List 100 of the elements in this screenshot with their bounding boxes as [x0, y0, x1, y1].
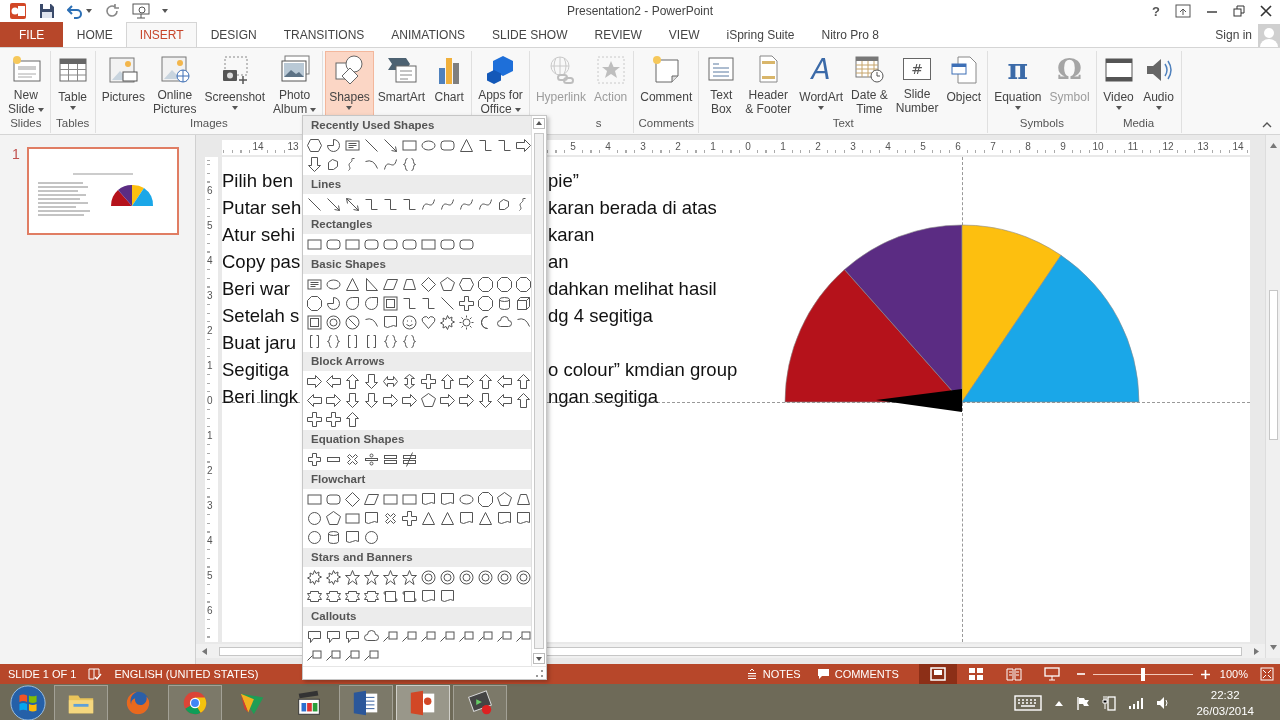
- cross-icon[interactable]: [400, 509, 419, 528]
- sun-icon[interactable]: [457, 313, 476, 332]
- shapes-button[interactable]: Shapes: [325, 51, 374, 116]
- right-arrow-icon[interactable]: [514, 136, 531, 155]
- triangle-icon[interactable]: [476, 509, 495, 528]
- seal-icon[interactable]: [495, 568, 514, 587]
- burst-icon[interactable]: [438, 313, 457, 332]
- notes-button[interactable]: NOTES: [737, 664, 809, 684]
- donut-icon[interactable]: [324, 313, 343, 332]
- zoom-slider-thumb[interactable]: [1140, 667, 1145, 681]
- ribbon-tab[interactable]: INSERT: [126, 22, 198, 47]
- collapse-ribbon-icon[interactable]: [1262, 122, 1272, 128]
- triangle-icon[interactable]: [457, 136, 476, 155]
- pictures-button[interactable]: Pictures: [97, 51, 150, 116]
- equation-button[interactable]: π Equation: [990, 51, 1046, 116]
- right-arrow-icon[interactable]: [324, 391, 343, 410]
- octagon-icon[interactable]: [514, 275, 531, 294]
- ribbon-tab[interactable]: REVIEW: [580, 22, 656, 47]
- clock-time[interactable]: 22:32: [1210, 687, 1240, 703]
- chart-button[interactable]: Chart: [429, 51, 470, 116]
- scrollbar-thumb[interactable]: [1268, 290, 1278, 440]
- language-indicator[interactable]: ENGLISH (UNITED STATES): [114, 668, 259, 680]
- pie-icon[interactable]: [324, 294, 343, 313]
- scroll-down-icon[interactable]: [1268, 643, 1278, 652]
- up-arrow-icon[interactable]: [514, 372, 531, 391]
- burst-icon[interactable]: [305, 568, 324, 587]
- volume-icon[interactable]: [1156, 696, 1171, 710]
- cross-icon[interactable]: [419, 372, 438, 391]
- up-arrow-icon[interactable]: [438, 372, 457, 391]
- arrow-icon[interactable]: [381, 136, 400, 155]
- signal-icon[interactable]: [1128, 697, 1145, 709]
- comment-button[interactable]: Comment: [636, 51, 697, 116]
- heart-icon[interactable]: [419, 313, 438, 332]
- circle-icon[interactable]: [305, 528, 324, 547]
- octagon-icon[interactable]: [476, 275, 495, 294]
- zoom-in-icon[interactable]: [1200, 669, 1210, 679]
- down-arrow-icon[interactable]: [362, 391, 381, 410]
- star-icon[interactable]: [381, 568, 400, 587]
- left-arrow-icon[interactable]: [495, 391, 514, 410]
- battery-plug-icon[interactable]: [1102, 695, 1117, 711]
- ribbon-tab[interactable]: Nitro Pro 8: [808, 22, 893, 47]
- scroll-left-icon[interactable]: [200, 646, 209, 656]
- help-button[interactable]: ?: [1152, 3, 1160, 19]
- audio-button[interactable]: Audio: [1138, 51, 1179, 116]
- table-button[interactable]: Table: [52, 51, 93, 116]
- up-arrow-icon[interactable]: [476, 372, 495, 391]
- caret-icon[interactable]: [86, 9, 92, 13]
- screenshot-button[interactable]: Screenshot: [200, 51, 270, 116]
- sign-in-link[interactable]: Sign in: [1215, 27, 1252, 42]
- ribbon-tab[interactable]: VIEW: [655, 22, 713, 47]
- right-arrow-icon[interactable]: [438, 391, 457, 410]
- frame-icon[interactable]: [305, 313, 324, 332]
- cube-icon[interactable]: [514, 294, 531, 313]
- scroll-down-icon[interactable]: [533, 653, 545, 664]
- smiley-icon[interactable]: [400, 313, 419, 332]
- arrow-icon[interactable]: [324, 195, 343, 214]
- cross-icon[interactable]: [305, 410, 324, 429]
- undo-icon[interactable]: [67, 3, 83, 19]
- up-arrow-icon[interactable]: [343, 372, 362, 391]
- ribbon-tab[interactable]: DESIGN: [197, 22, 271, 47]
- start-button[interactable]: [8, 684, 48, 720]
- customize-caret-icon[interactable]: [162, 9, 168, 13]
- cross-icon[interactable]: [324, 410, 343, 429]
- right-arrow-icon[interactable]: [400, 391, 419, 410]
- down-arrow-icon[interactable]: [362, 372, 381, 391]
- plus-icon[interactable]: [305, 450, 324, 469]
- up-arrow-icon[interactable]: [514, 391, 531, 410]
- right-arrow-icon[interactable]: [457, 391, 476, 410]
- fit-slide-icon[interactable]: [1260, 667, 1274, 681]
- ribbon-tab[interactable]: TRANSITIONS: [270, 22, 378, 47]
- ribbon-tab[interactable]: ANIMATIONS: [377, 22, 479, 47]
- resize-grip-icon[interactable]: [536, 669, 543, 677]
- keyboard-icon[interactable]: [1014, 695, 1043, 711]
- left-arrow-icon[interactable]: [324, 372, 343, 391]
- right-arrow-icon[interactable]: [381, 391, 400, 410]
- teardrop-icon[interactable]: [343, 294, 362, 313]
- cross-icon[interactable]: [457, 294, 476, 313]
- octagon-icon[interactable]: [495, 275, 514, 294]
- burst-icon[interactable]: [324, 568, 343, 587]
- triangle-icon[interactable]: [419, 509, 438, 528]
- show-hidden-icon[interactable]: [1054, 700, 1065, 706]
- teardrop-icon[interactable]: [362, 294, 381, 313]
- star-icon[interactable]: [400, 568, 419, 587]
- left-arrow-icon[interactable]: [305, 391, 324, 410]
- down-arrow-icon[interactable]: [305, 155, 324, 174]
- down-arrow-icon[interactable]: [476, 391, 495, 410]
- present-icon[interactable]: [132, 3, 150, 19]
- triangle-icon[interactable]: [343, 275, 362, 294]
- scroll-up-icon[interactable]: [1268, 141, 1278, 150]
- pentagon-icon[interactable]: [324, 509, 343, 528]
- flag-icon[interactable]: [1076, 696, 1091, 710]
- star-icon[interactable]: [362, 568, 381, 587]
- header-footer-button[interactable]: Header & Footer: [741, 51, 796, 116]
- scrollbar-thumb[interactable]: [534, 133, 544, 649]
- date-time-button[interactable]: Date & Time: [847, 51, 892, 116]
- seal-icon[interactable]: [438, 568, 457, 587]
- up-arrow-icon[interactable]: [343, 410, 362, 429]
- ribbon-display-icon[interactable]: [1175, 4, 1191, 18]
- pie-icon[interactable]: [324, 136, 343, 155]
- scroll-up-icon[interactable]: [533, 118, 545, 129]
